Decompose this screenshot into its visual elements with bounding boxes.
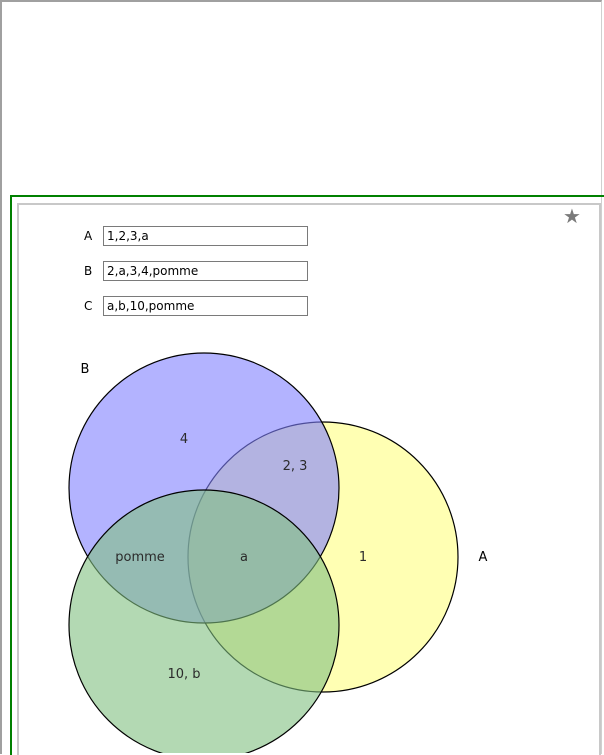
set-b-name: B [81,362,90,377]
region-b-c: pomme [115,550,165,565]
set-a-name: A [479,550,488,565]
venn-diagram: 4 2, 3 pomme a 1 10, b B A [68,352,488,753]
region-a-b: 2, 3 [283,459,308,474]
region-c-only: 10, b [167,667,200,682]
region-b-only: 4 [180,432,188,447]
region-a-b-c: a [240,550,248,565]
circle-c [68,489,340,753]
region-a-only: 1 [359,550,367,565]
